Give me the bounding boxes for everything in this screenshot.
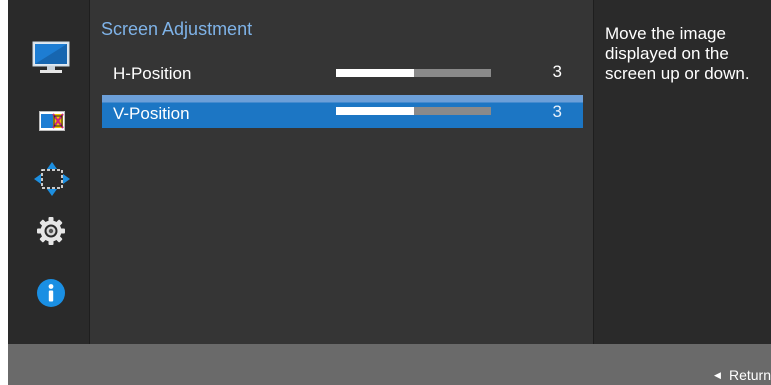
color-icon[interactable] (39, 111, 65, 131)
return-button[interactable]: ◀ Return (714, 366, 771, 384)
slider-fill (336, 69, 414, 77)
description-text: Move the image displayed on the screen u… (605, 24, 750, 83)
information-icon[interactable] (36, 278, 66, 308)
menu-item-value: 3 (552, 62, 562, 81)
menu-item-v-position[interactable]: V-Position 3 (102, 95, 583, 128)
sidebar (8, 0, 89, 344)
menu-item-value: 3 (552, 102, 562, 121)
v-position-slider[interactable] (336, 107, 491, 115)
menu-item-h-position[interactable]: H-Position 3 (102, 58, 583, 91)
monitor-osd-screen: Screen Adjustment H-Position 3 V-Positio… (0, 0, 771, 385)
menu-item-label: H-Position (113, 64, 192, 83)
screen-adjustment-icon[interactable] (33, 160, 71, 198)
description-panel: Move the image displayed on the screen u… (594, 0, 771, 344)
return-label: Return (728, 367, 771, 383)
footer-bar: ◀ Return (8, 344, 771, 385)
system-icon[interactable] (37, 217, 65, 245)
slider-fill (336, 107, 414, 115)
panel-title: Screen Adjustment (101, 19, 253, 39)
h-position-slider[interactable] (336, 69, 491, 77)
menu-item-label: V-Position (113, 104, 190, 123)
screen-adjustment-panel: Screen Adjustment H-Position 3 V-Positio… (89, 0, 594, 344)
left-arrow-icon: ◀ (714, 369, 721, 380)
picture-icon[interactable] (32, 41, 70, 75)
